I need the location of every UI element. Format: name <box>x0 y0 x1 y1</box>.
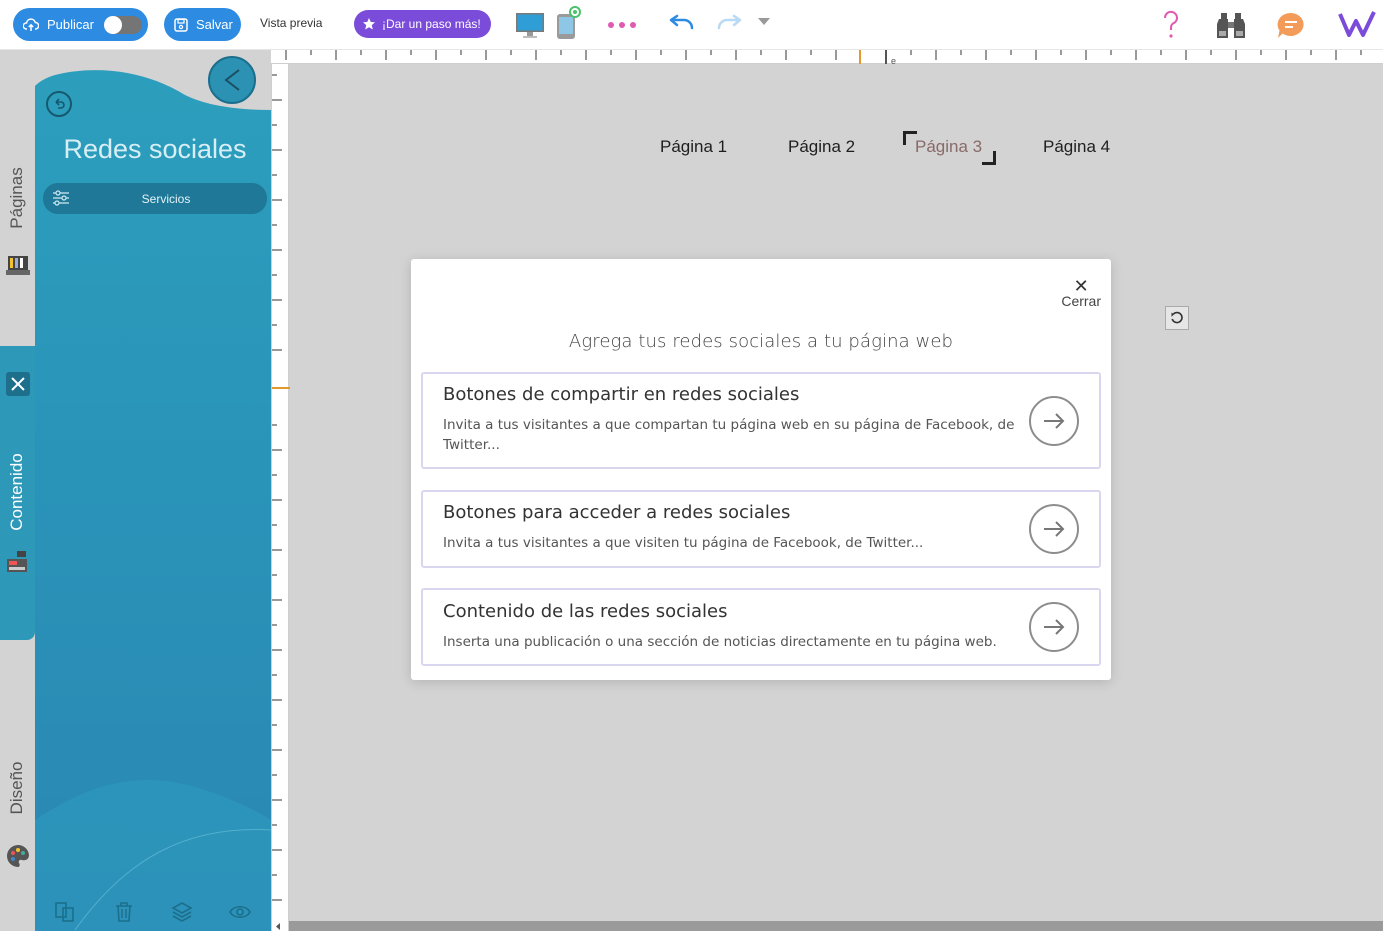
preview-link[interactable]: Vista previa <box>260 16 322 30</box>
social-panel: Redes sociales Servicios <box>35 50 271 931</box>
services-item[interactable]: Servicios <box>43 183 267 214</box>
tab-design[interactable]: Diseño <box>0 650 35 931</box>
horizontal-ruler: e <box>271 50 1383 68</box>
save-label: Salvar <box>196 17 233 32</box>
nav-page-2[interactable]: Página 2 <box>788 137 855 157</box>
chat-icon[interactable] <box>1276 12 1306 40</box>
brand-logo-icon[interactable] <box>1338 10 1376 38</box>
history-dropdown-icon[interactable] <box>757 17 771 27</box>
help-icon[interactable] <box>1161 10 1181 40</box>
star-icon <box>363 18 375 30</box>
more-options-icon[interactable] <box>607 21 637 29</box>
panel-bottom-bar <box>35 895 271 931</box>
cloud-upload-icon <box>23 17 39 31</box>
redo-icon[interactable] <box>715 14 743 34</box>
option-arrow-button[interactable] <box>1029 396 1079 446</box>
close-x-icon: ✕ <box>1073 276 1089 296</box>
option-access-buttons[interactable]: Botones para acceder a redes sociales In… <box>421 490 1101 568</box>
back-button[interactable] <box>46 91 72 117</box>
close-panel-button[interactable] <box>6 372 30 396</box>
binoculars-icon[interactable] <box>1215 12 1247 40</box>
save-icon <box>174 17 188 32</box>
vertical-ruler-ticks <box>272 74 290 901</box>
nav-page-3[interactable]: Página 3 <box>915 137 982 157</box>
horizontal-scrollbar[interactable] <box>289 921 1383 931</box>
publish-button[interactable]: Publicar <box>13 8 148 41</box>
tab-pages-label: Páginas <box>7 167 26 229</box>
selection-corner-tl <box>903 131 917 145</box>
side-tabs: Páginas Contenido Diseño <box>0 50 35 931</box>
undo-arrow-icon <box>55 98 65 109</box>
publish-toggle[interactable] <box>103 15 142 34</box>
close-icon <box>11 377 25 391</box>
undo-icon[interactable] <box>668 14 696 34</box>
social-modal: ✕ Cerrar Agrega tus redes sociales a tu … <box>411 259 1111 680</box>
option-description: Invita a tus visitantes a que visiten tu… <box>443 535 924 551</box>
option-title: Botones para acceder a redes sociales <box>443 502 791 523</box>
layers-icon[interactable] <box>171 901 193 928</box>
option-description: Invita a tus visitantes a que compartan … <box>443 417 1015 453</box>
content-blocks-icon <box>7 551 27 572</box>
panel-title: Redes sociales <box>63 134 247 164</box>
rotate-icon <box>1171 311 1183 324</box>
services-label: Servicios <box>141 191 191 206</box>
close-label: Cerrar <box>1061 293 1101 309</box>
top-toolbar: Publicar Salvar Vista previa ¡Dar un pas… <box>0 0 1383 50</box>
scroll-left-arrow-icon[interactable] <box>273 922 283 931</box>
palette-icon <box>7 844 29 867</box>
duplicate-icon[interactable] <box>54 901 76 928</box>
option-description: Inserta una publicación o una sección de… <box>443 634 997 650</box>
nav-page-1[interactable]: Página 1 <box>660 137 727 157</box>
tab-content-label: Contenido <box>7 453 26 531</box>
upgrade-button[interactable]: ¡Dar un paso más! <box>354 10 491 38</box>
save-button[interactable]: Salvar <box>164 8 241 41</box>
ruler-marker: e <box>891 56 897 66</box>
arrow-right-icon <box>1044 413 1065 429</box>
selection-corner-br <box>982 151 996 165</box>
close-button[interactable]: ✕ Cerrar <box>1061 276 1101 309</box>
option-arrow-button[interactable] <box>1029 602 1079 652</box>
publish-label: Publicar <box>47 17 94 32</box>
tab-pages[interactable]: Páginas <box>0 50 35 346</box>
option-arrow-button[interactable] <box>1029 504 1079 554</box>
eye-icon[interactable] <box>229 901 251 928</box>
arrow-right-icon <box>1044 619 1065 635</box>
modal-heading: Agrega tus redes sociales a tu página we… <box>568 331 954 352</box>
option-share-buttons[interactable]: Botones de compartir en redes sociales I… <box>421 372 1101 469</box>
horizontal-ruler-ticks <box>285 50 1362 68</box>
option-title: Botones de compartir en redes sociales <box>443 384 800 405</box>
arrow-right-icon <box>1044 521 1065 537</box>
mobile-view-icon[interactable] <box>555 5 585 41</box>
pages-stack-icon <box>6 256 30 275</box>
nav-page-4[interactable]: Página 4 <box>1043 137 1110 157</box>
share-button[interactable] <box>208 56 256 104</box>
desktop-view-icon[interactable] <box>515 12 545 40</box>
trash-icon[interactable] <box>113 901 135 928</box>
vertical-ruler <box>271 64 290 931</box>
tab-design-label: Diseño <box>7 761 26 815</box>
reset-button[interactable] <box>1165 306 1189 330</box>
upgrade-label: ¡Dar un paso más! <box>382 17 481 31</box>
option-social-content[interactable]: Contenido de las redes sociales Inserta … <box>421 588 1101 666</box>
option-title: Contenido de las redes sociales <box>443 601 728 622</box>
share-icon <box>224 69 240 91</box>
